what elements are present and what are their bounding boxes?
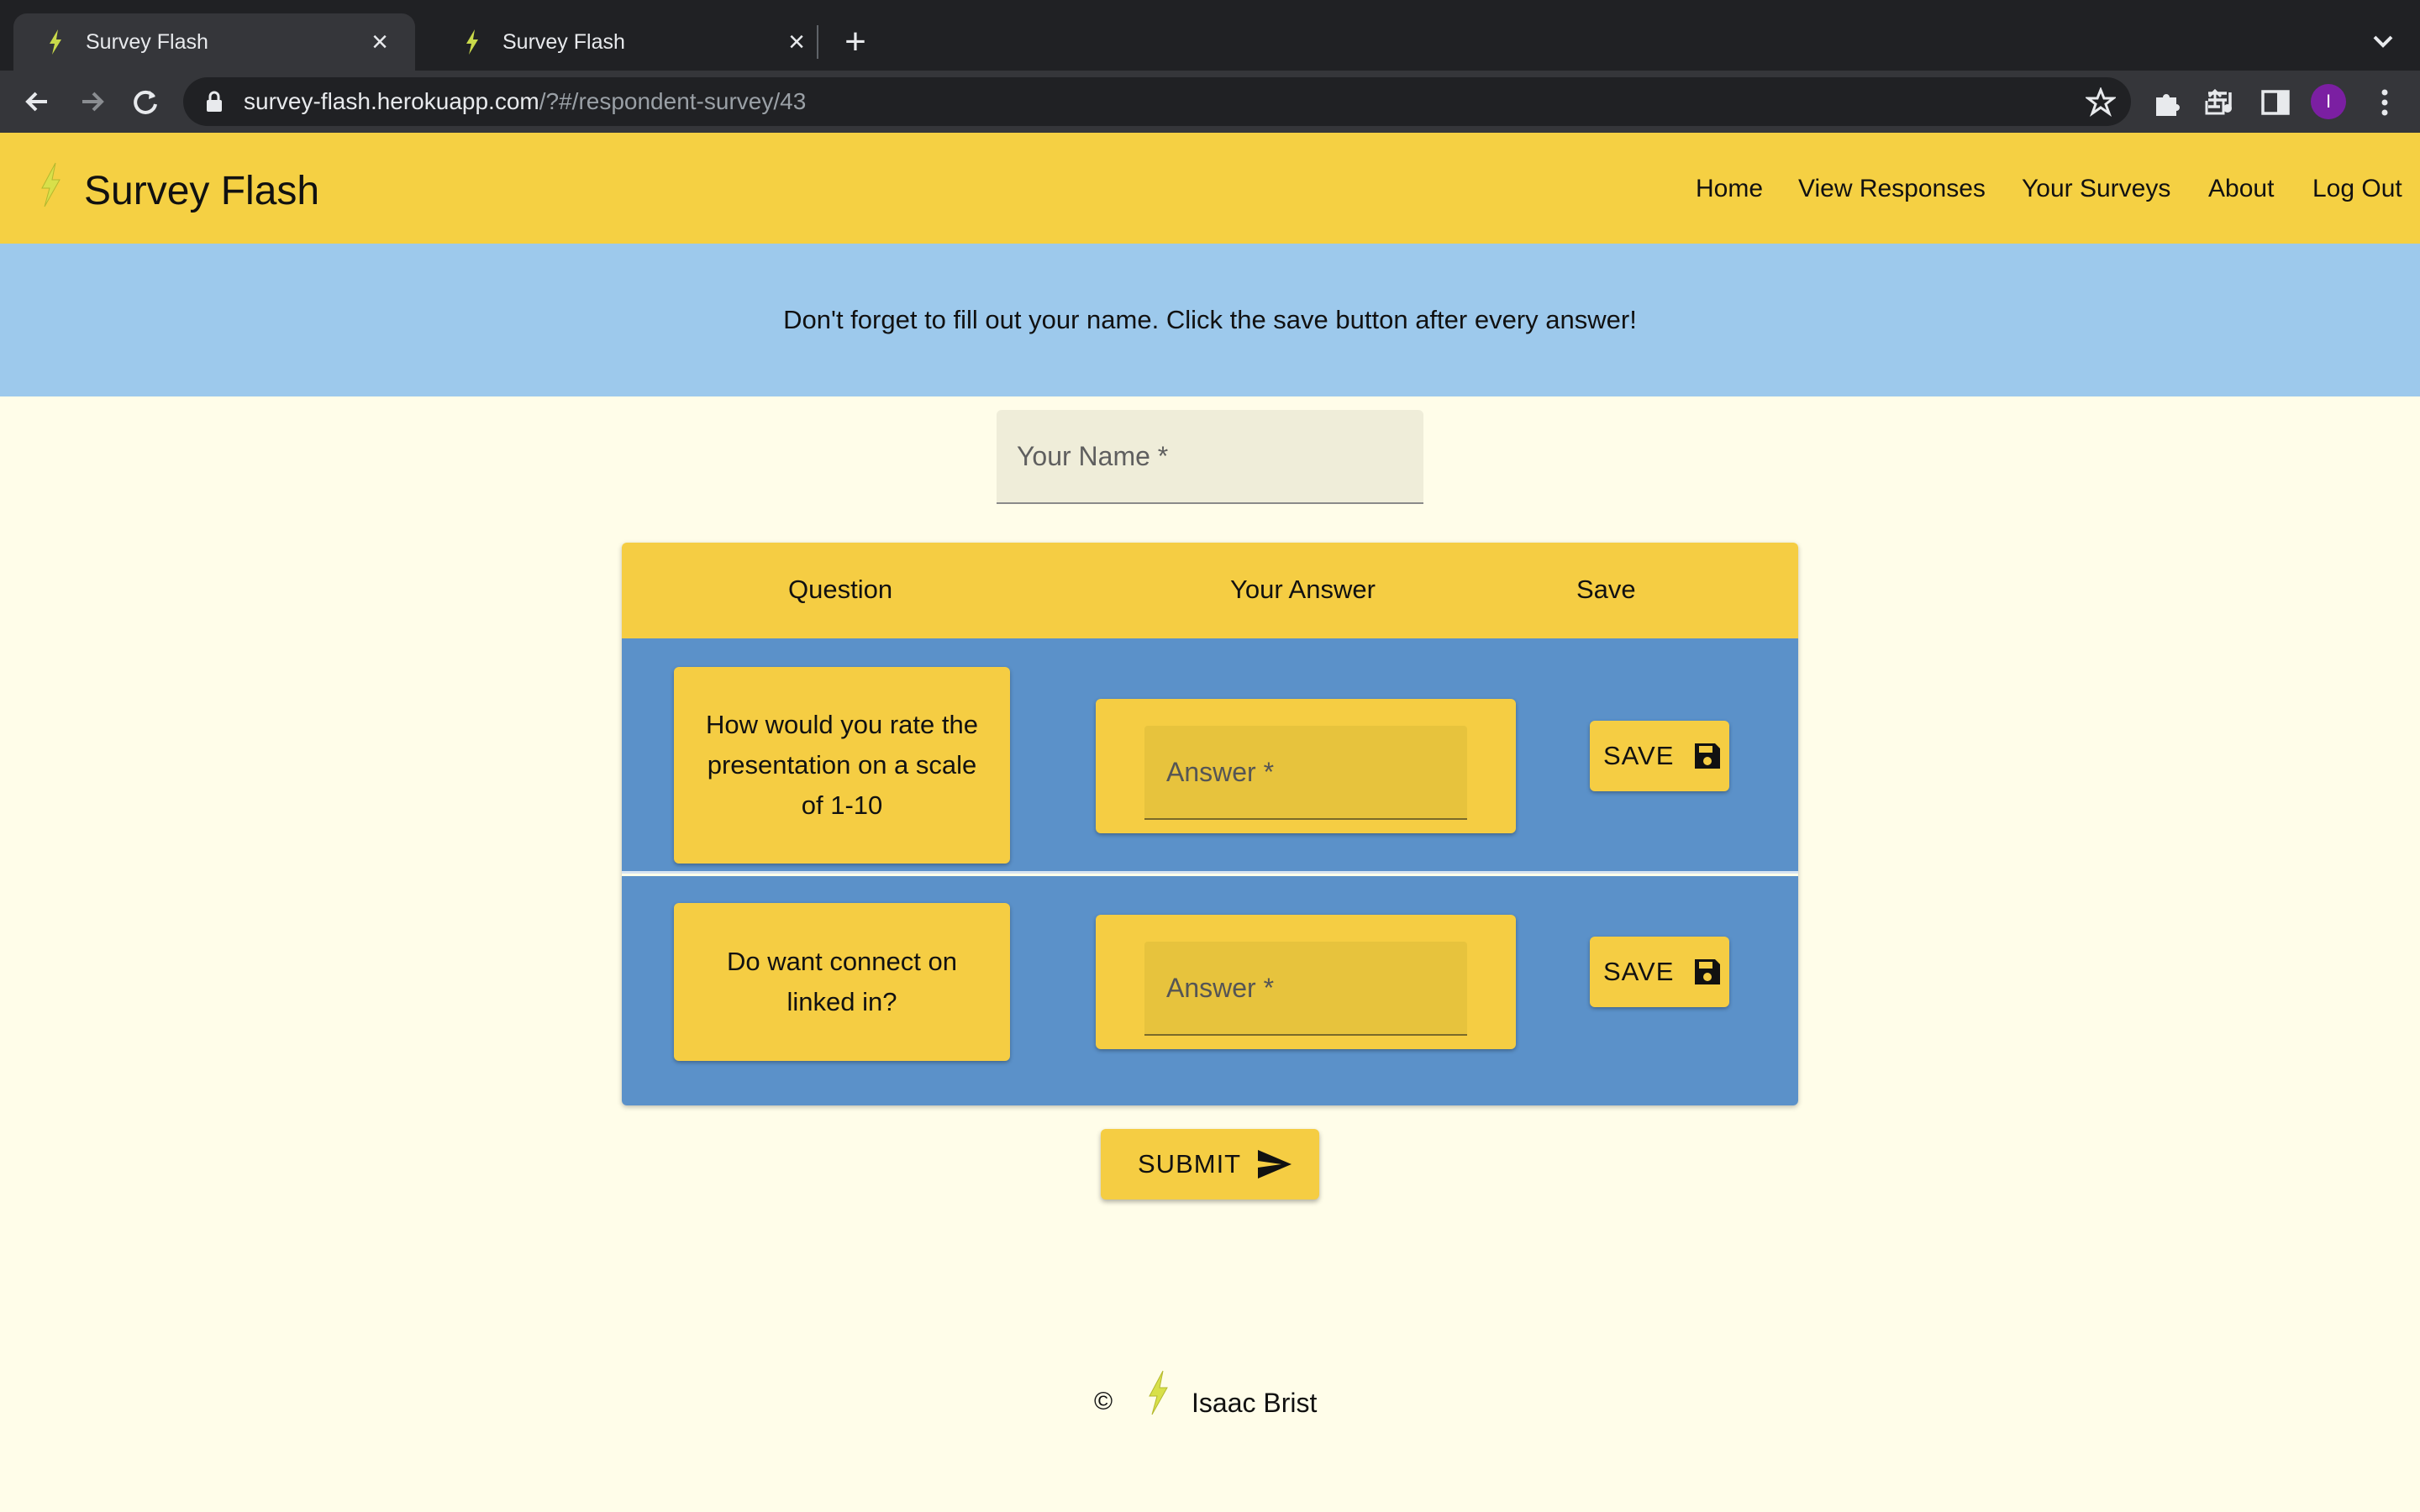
send-icon bbox=[1258, 1150, 1292, 1179]
browser-tab-active[interactable]: Survey Flash × bbox=[13, 13, 415, 71]
question-card: How would you rate the presentation on a… bbox=[674, 667, 1010, 864]
url-text: survey-flash.herokuapp.com/?#/respondent… bbox=[244, 88, 807, 114]
side-panel-icon[interactable] bbox=[2259, 86, 2292, 119]
info-banner: Don't forget to fill out your name. Clic… bbox=[0, 244, 2420, 396]
answer-placeholder: Answer * bbox=[1166, 972, 1275, 1003]
save-label: SAVE bbox=[1603, 741, 1675, 770]
footer-author: Isaac Brist bbox=[1192, 1388, 1318, 1418]
submit-label: SUBMIT bbox=[1138, 1149, 1242, 1179]
browser-tab[interactable]: Survey Flash × bbox=[430, 13, 832, 71]
tab-close-icon[interactable]: × bbox=[365, 28, 395, 56]
profile-initial: I bbox=[2325, 91, 2332, 112]
tab-title: Survey Flash bbox=[502, 29, 625, 54]
question-text: Do want connect on linked in? bbox=[726, 947, 957, 1016]
nav-log-out[interactable]: Log Out bbox=[2312, 175, 2402, 203]
tab-search-chevron-icon[interactable] bbox=[2366, 20, 2400, 62]
nav-home[interactable]: Home bbox=[1696, 175, 1763, 203]
answer-card: Answer * bbox=[1096, 915, 1516, 1049]
question-text: How would you rate the presentation on a… bbox=[706, 710, 978, 820]
lightning-favicon-icon bbox=[466, 29, 478, 55]
lightning-logo-icon[interactable] bbox=[37, 161, 64, 208]
address-bar[interactable]: survey-flash.herokuapp.com/?#/respondent… bbox=[183, 77, 2225, 126]
new-tab-icon[interactable]: + bbox=[839, 18, 872, 66]
bookmark-star-icon[interactable] bbox=[2086, 87, 2116, 118]
answer-input[interactable]: Answer * bbox=[1144, 942, 1467, 1036]
extensions-puzzle-icon[interactable] bbox=[2151, 86, 2185, 119]
floppy-disk-icon bbox=[1695, 743, 1721, 769]
nav-view-responses[interactable]: View Responses bbox=[1798, 175, 1986, 203]
save-label: SAVE bbox=[1603, 957, 1675, 986]
copyright-symbol: © bbox=[1094, 1388, 1113, 1415]
lock-icon bbox=[207, 91, 222, 112]
lightning-favicon-icon bbox=[50, 29, 61, 55]
your-name-input[interactable]: Your Name * bbox=[997, 410, 1423, 504]
reload-icon[interactable] bbox=[126, 82, 165, 121]
save-button[interactable]: SAVE bbox=[1590, 937, 1729, 1007]
answer-card: Answer * bbox=[1096, 699, 1516, 833]
floppy-disk-icon bbox=[1695, 959, 1721, 984]
brand-title[interactable]: Survey Flash bbox=[84, 168, 319, 214]
header-your-answer: Your Answer bbox=[1230, 575, 1376, 604]
forward-arrow-icon[interactable] bbox=[72, 82, 111, 121]
table-row: Do want connect on linked in? Answer * S… bbox=[622, 876, 1798, 1105]
tab-title: Survey Flash bbox=[86, 29, 208, 54]
tab-separator bbox=[817, 25, 818, 59]
nav-about[interactable]: About bbox=[2208, 175, 2274, 203]
save-button[interactable]: SAVE bbox=[1590, 721, 1729, 791]
back-arrow-icon[interactable] bbox=[18, 82, 57, 121]
header-save: Save bbox=[1576, 575, 1636, 604]
answer-input[interactable]: Answer * bbox=[1144, 726, 1467, 820]
header-question: Question bbox=[788, 575, 893, 604]
submit-button[interactable]: SUBMIT bbox=[1101, 1129, 1319, 1200]
survey-table: Question Your Answer Save How would you … bbox=[622, 543, 1798, 1105]
banner-text: Don't forget to fill out your name. Clic… bbox=[783, 305, 1637, 334]
answer-placeholder: Answer * bbox=[1166, 756, 1275, 787]
app-header: Survey Flash Home View Responses Your Su… bbox=[0, 133, 2420, 244]
lightning-logo-icon bbox=[1149, 1370, 1168, 1415]
profile-avatar[interactable]: I bbox=[2311, 84, 2346, 119]
tab-close-icon[interactable]: × bbox=[781, 28, 812, 56]
footer: © Isaac Brist bbox=[0, 1361, 2420, 1445]
question-card: Do want connect on linked in? bbox=[674, 903, 1010, 1061]
media-queue-icon[interactable] bbox=[2205, 86, 2238, 119]
browser-tab-strip: Survey Flash × Survey Flash × + bbox=[0, 0, 2420, 71]
table-header: Question Your Answer Save bbox=[622, 543, 1798, 638]
nav-your-surveys[interactable]: Your Surveys bbox=[2022, 175, 2170, 203]
name-placeholder: Your Name * bbox=[1017, 440, 1169, 471]
browser-toolbar: survey-flash.herokuapp.com/?#/respondent… bbox=[0, 71, 2420, 133]
table-row: How would you rate the presentation on a… bbox=[622, 638, 1798, 874]
browser-menu-icon[interactable] bbox=[2368, 86, 2402, 119]
